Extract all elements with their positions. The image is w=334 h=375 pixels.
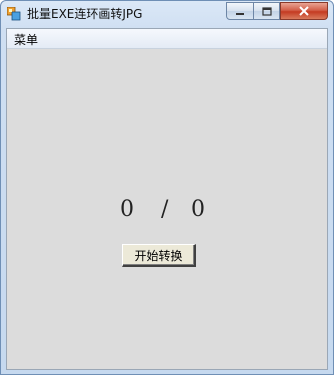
minimize-icon [235,2,245,21]
window-title: 批量EXE连环画转JPG [27,7,143,21]
progress-current: 0 [120,197,134,222]
close-icon [298,2,310,21]
maximize-button[interactable] [253,2,280,20]
close-button[interactable] [280,2,328,20]
title-bar[interactable]: 批量EXE连环画转JPG [1,1,333,27]
maximize-icon [261,2,272,21]
minimize-button[interactable] [226,2,254,20]
start-convert-button[interactable]: 开始转换 [122,244,196,267]
menu-bar: 菜单 [7,29,327,49]
client-area: 菜单 0 / 0 开始转换 [6,28,328,370]
app-window: 批量EXE连环画转JPG 菜单 0 / 0 开始转换 [0,0,334,375]
progress-total: 0 [191,197,205,222]
progress-separator: / [161,197,169,222]
app-icon [6,6,21,21]
menu-item-menu[interactable]: 菜单 [12,31,40,48]
